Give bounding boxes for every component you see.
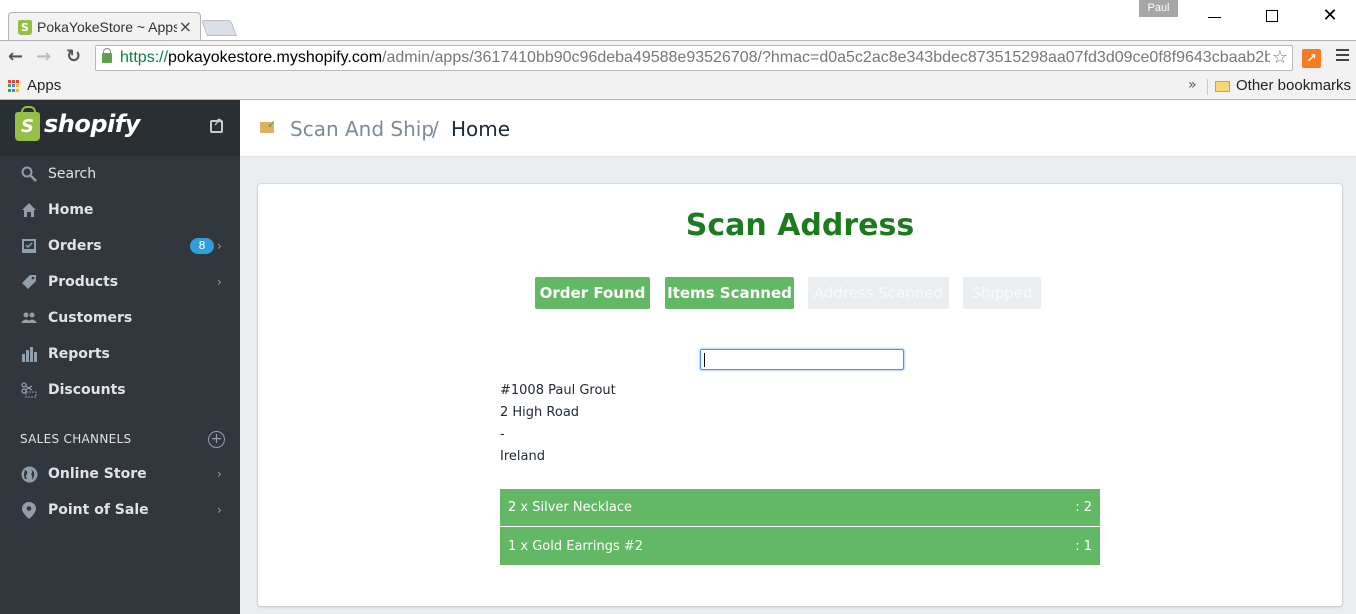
url-path: /admin/apps/3617410bb90c96deba49588e9352… bbox=[382, 49, 1270, 66]
breadcrumb-app-link[interactable]: Scan And Ship bbox=[290, 117, 434, 141]
sidebar-item-point-of-sale[interactable]: Point of Sale › bbox=[0, 492, 240, 528]
shipping-address: #1008 Paul Grout 2 High Road - Ireland bbox=[500, 380, 616, 468]
tab-title: PokaYokeStore ~ Apps bbox=[37, 19, 177, 35]
close-icon: ✕ bbox=[1322, 5, 1338, 26]
maximize-icon bbox=[1266, 10, 1278, 22]
sidebar-item-discounts[interactable]: Discounts bbox=[0, 372, 240, 408]
breadcrumb-current-page: Home bbox=[451, 117, 511, 141]
sidebar-item-label: Customers bbox=[48, 310, 133, 326]
page-title: Scan Address bbox=[685, 208, 915, 243]
reports-icon bbox=[20, 345, 38, 363]
sidebar-item-label: Point of Sale bbox=[48, 502, 149, 518]
sidebar: S shopify Search Home Orders 8 › Product… bbox=[0, 100, 240, 614]
profile-badge[interactable]: Paul bbox=[1139, 0, 1178, 17]
url-text[interactable]: https://pokayokestore.myshopify.com/admi… bbox=[120, 49, 1270, 67]
list-item: 2 x Silver Necklace : 2 bbox=[500, 489, 1100, 527]
discounts-icon bbox=[20, 381, 38, 399]
minimize-button[interactable] bbox=[1199, 4, 1229, 28]
address-country: Ireland bbox=[500, 449, 545, 464]
sidebar-item-label: Orders bbox=[48, 238, 102, 254]
close-window-button[interactable]: ✕ bbox=[1315, 4, 1345, 28]
lock-icon bbox=[102, 48, 112, 63]
location-pin-icon bbox=[20, 501, 38, 519]
text-caret bbox=[704, 353, 705, 367]
other-bookmarks-folder[interactable]: Other bookmarks bbox=[1236, 77, 1351, 94]
shopify-logo-text[interactable]: shopify bbox=[44, 110, 140, 138]
orders-icon bbox=[20, 237, 38, 255]
maximize-button[interactable] bbox=[1257, 4, 1287, 28]
orders-count-badge: 8 bbox=[190, 238, 214, 254]
sidebar-item-label: Reports bbox=[48, 346, 110, 362]
chevron-right-icon: › bbox=[217, 239, 222, 253]
folder-icon bbox=[1215, 81, 1230, 92]
back-arrow-icon[interactable]: ← bbox=[8, 46, 23, 67]
minimize-icon bbox=[1207, 16, 1221, 18]
address-street: 2 High Road bbox=[500, 405, 580, 420]
step-items-scanned: Items Scanned bbox=[665, 277, 794, 309]
step-address-scanned: Address Scanned bbox=[808, 277, 949, 309]
customers-icon bbox=[20, 309, 38, 327]
browser-toolbar: ← → ↻ https://pokayokestore.myshopify.co… bbox=[0, 40, 1356, 74]
sidebar-item-label: Online Store bbox=[48, 466, 147, 482]
sidebar-item-products[interactable]: Products › bbox=[0, 264, 240, 300]
external-link-icon[interactable] bbox=[210, 116, 223, 133]
step-shipped: Shipped bbox=[963, 277, 1041, 309]
bookmarks-divider bbox=[1207, 79, 1208, 95]
list-item: 1 x Gold Earrings #2 : 1 bbox=[500, 527, 1100, 565]
sidebar-item-home[interactable]: Home bbox=[0, 192, 240, 228]
address-bar[interactable]: https://pokayokestore.myshopify.com/admi… bbox=[95, 45, 1293, 71]
chevron-right-icon: › bbox=[217, 503, 222, 517]
new-tab-button[interactable] bbox=[201, 20, 237, 36]
sidebar-header: S shopify bbox=[0, 100, 240, 156]
home-icon bbox=[20, 201, 38, 219]
apps-grid-icon bbox=[8, 80, 20, 92]
step-order-found: Order Found bbox=[535, 277, 650, 309]
scan-card: Scan Address Order Found Items Scanned A… bbox=[258, 184, 1342, 606]
sidebar-item-search[interactable]: Search bbox=[0, 156, 240, 192]
sidebar-item-label: Products bbox=[48, 274, 119, 290]
item-scanned-count: : 2 bbox=[1075, 500, 1092, 515]
main-content: Scan And Ship / Home Scan Address Order … bbox=[240, 100, 1356, 614]
url-scheme: https:// bbox=[120, 49, 169, 66]
chevron-right-icon: › bbox=[217, 467, 222, 481]
sidebar-item-online-store[interactable]: Online Store › bbox=[0, 456, 240, 492]
sidebar-item-reports[interactable]: Reports bbox=[0, 336, 240, 372]
page-header: Scan And Ship / Home bbox=[240, 100, 1356, 157]
sidebar-item-label: Home bbox=[48, 202, 94, 218]
url-host: pokayokestore.myshopify.com bbox=[168, 49, 383, 66]
item-description: 1 x Gold Earrings #2 bbox=[508, 538, 644, 554]
item-description: 2 x Silver Necklace bbox=[508, 500, 632, 515]
tag-icon bbox=[20, 273, 38, 291]
breadcrumb-separator: / bbox=[432, 117, 439, 141]
bookmark-star-icon[interactable]: ☆ bbox=[1272, 47, 1288, 68]
add-sales-channel-icon[interactable]: + bbox=[208, 431, 225, 448]
browser-tab-active[interactable]: S PokaYokeStore ~ Apps × bbox=[8, 12, 201, 41]
extension-chart-icon[interactable]: ↗ bbox=[1302, 49, 1321, 68]
chrome-menu-icon[interactable] bbox=[1336, 49, 1349, 64]
sidebar-item-orders[interactable]: Orders 8 › bbox=[0, 228, 240, 264]
globe-icon bbox=[20, 465, 38, 483]
address-order-name: #1008 Paul Grout bbox=[500, 383, 616, 398]
chevron-right-icon: › bbox=[217, 275, 222, 289]
scan-input[interactable] bbox=[700, 349, 904, 370]
shopify-favicon-icon: S bbox=[18, 20, 32, 35]
apps-bookmark[interactable]: Apps bbox=[27, 77, 61, 94]
sidebar-item-label: Search bbox=[48, 166, 97, 182]
address-line3: - bbox=[500, 427, 505, 442]
tab-close-icon[interactable]: × bbox=[179, 17, 192, 36]
sidebar-item-label: Discounts bbox=[48, 382, 126, 398]
reload-icon[interactable]: ↻ bbox=[66, 46, 81, 67]
scan-and-ship-app-icon bbox=[260, 118, 276, 133]
item-scanned-count: : 1 bbox=[1075, 538, 1092, 554]
bookmarks-bar: Apps » Other bookmarks bbox=[0, 74, 1356, 100]
sidebar-item-customers[interactable]: Customers bbox=[0, 300, 240, 336]
forward-arrow-icon[interactable]: → bbox=[36, 46, 51, 67]
shopify-bag-logo-icon: S bbox=[15, 106, 40, 141]
search-icon bbox=[20, 165, 38, 183]
scanned-items-list: 2 x Silver Necklace : 2 1 x Gold Earring… bbox=[500, 489, 1100, 565]
browser-titlebar: S PokaYokeStore ~ Apps × Paul ✕ bbox=[0, 0, 1356, 41]
sales-channels-heading: SALES CHANNELS bbox=[20, 432, 132, 446]
bookmarks-overflow-button[interactable]: » bbox=[1188, 77, 1197, 93]
